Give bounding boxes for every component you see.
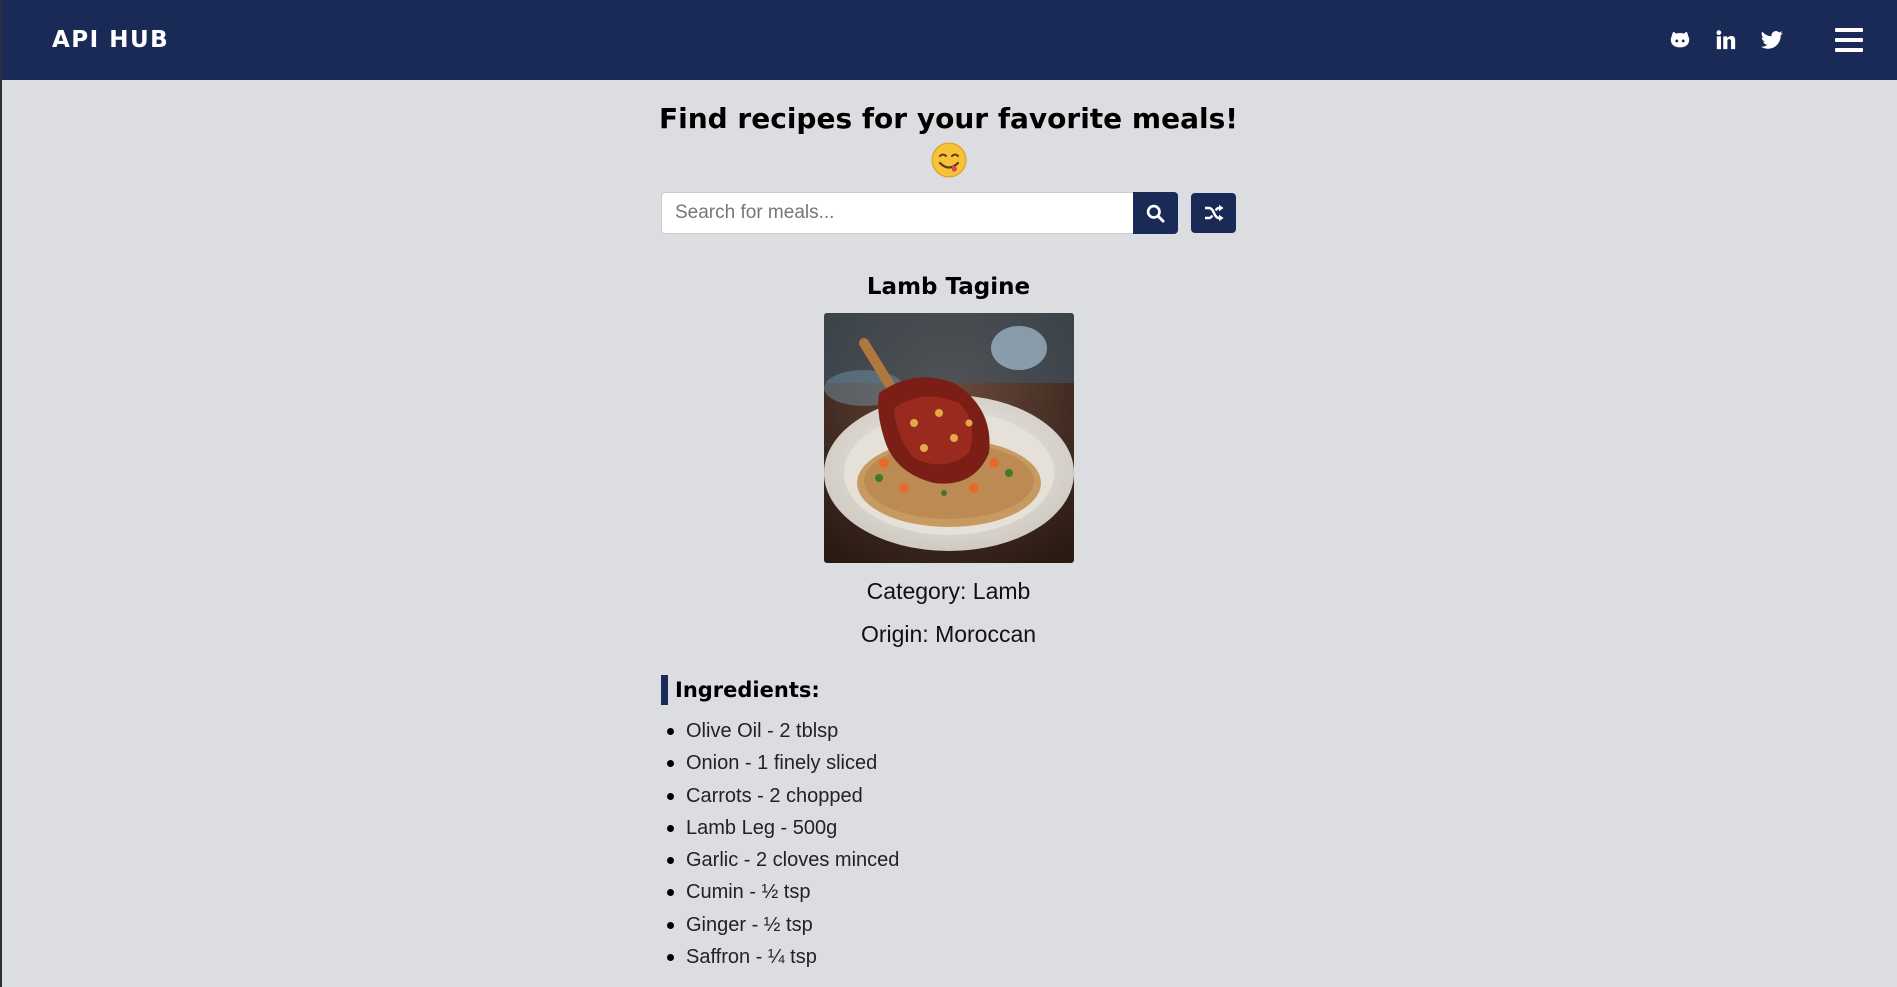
ingredient-item: Garlic - 2 cloves minced bbox=[661, 844, 1236, 876]
ingredients-list: Olive Oil - 2 tblsp Onion - 1 finely sli… bbox=[661, 715, 1236, 973]
random-meal-button[interactable] bbox=[1191, 193, 1237, 233]
ingredient-item: Lamb Leg - 500g bbox=[661, 812, 1236, 844]
search-button[interactable] bbox=[1133, 192, 1179, 234]
menu-bar bbox=[1835, 38, 1863, 42]
search-icon bbox=[1146, 204, 1165, 223]
ingredient-item: Carrots - 2 chopped bbox=[661, 780, 1236, 812]
brand-logo[interactable]: API HUB bbox=[52, 27, 169, 53]
menu-bar bbox=[1835, 28, 1863, 32]
meal-category: Category: Lamb bbox=[866, 578, 1031, 604]
shuffle-icon bbox=[1204, 204, 1224, 222]
page-title: Find recipes for your favorite meals! bbox=[658, 102, 1239, 135]
social-links bbox=[1669, 29, 1783, 51]
search-input[interactable] bbox=[661, 192, 1134, 234]
meal-image bbox=[823, 313, 1074, 563]
ingredient-item: Olive Oil - 2 tblsp bbox=[661, 715, 1236, 747]
ingredients-section: Ingredients: Olive Oil - 2 tblsp Onion -… bbox=[661, 675, 1236, 973]
face-savoring-food-emoji bbox=[931, 142, 967, 178]
page: API HUB Find recipes for your favorite m… bbox=[0, 0, 1897, 987]
ingredient-item: Ginger - ½ tsp bbox=[661, 909, 1236, 941]
linkedin-icon[interactable] bbox=[1715, 29, 1737, 51]
navbar: API HUB bbox=[2, 0, 1897, 80]
ingredient-item: Saffron - ¼ tsp bbox=[661, 941, 1236, 973]
navbar-right bbox=[1669, 28, 1863, 52]
main-content: Find recipes for your favorite meals! Se… bbox=[0, 80, 1897, 973]
meal-origin: Origin: Moroccan bbox=[860, 621, 1037, 647]
meal-title: Lamb Tagine bbox=[866, 274, 1031, 300]
twitter-icon[interactable] bbox=[1761, 29, 1783, 51]
hamburger-menu-icon[interactable] bbox=[1835, 28, 1863, 52]
ingredient-item: Onion - 1 finely sliced bbox=[661, 747, 1236, 779]
menu-bar bbox=[1835, 48, 1863, 52]
ingredient-item: Cumin - ½ tsp bbox=[661, 876, 1236, 908]
ingredients-heading: Ingredients: bbox=[661, 675, 1236, 705]
github-icon[interactable] bbox=[1669, 29, 1691, 51]
search-bar bbox=[661, 192, 1237, 234]
